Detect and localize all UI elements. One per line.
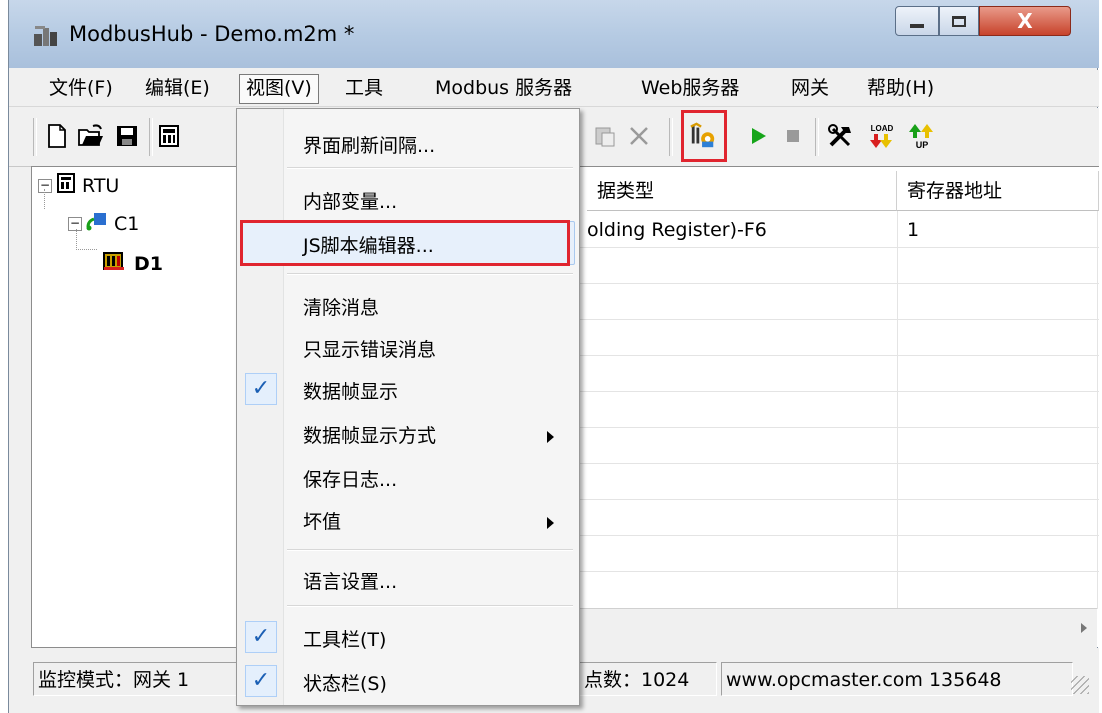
status-mode: 监控模式：网关 1 xyxy=(33,662,243,696)
menu-tools[interactable]: 工具 xyxy=(339,74,389,102)
menu-web-server[interactable]: Web服务器 xyxy=(635,74,745,102)
menu-item-frame-display-mode[interactable]: 数据帧显示方式 xyxy=(303,421,436,448)
menu-item-errors-only[interactable]: 只显示错误消息 xyxy=(303,335,436,362)
menu-separator xyxy=(287,549,573,551)
menu-item-bad-value[interactable]: 坏值 xyxy=(303,507,341,534)
cell-data-type[interactable]: olding Register)-F6 xyxy=(587,219,767,241)
tree-connector xyxy=(44,189,46,209)
menu-view[interactable]: 视图(V) xyxy=(239,74,319,104)
upload-icon[interactable]: UP xyxy=(905,122,939,150)
save-icon[interactable] xyxy=(113,122,141,150)
cell-register-address[interactable]: 1 xyxy=(907,219,919,241)
menu-item-refresh-interval[interactable]: 界面刷新间隔... xyxy=(303,131,435,158)
menu-item-save-log[interactable]: 保存日志... xyxy=(303,465,397,492)
menu-edit[interactable]: 编辑(E) xyxy=(139,74,216,102)
highlight-box-toolbar xyxy=(681,110,727,162)
tree-label-d1: D1 xyxy=(134,252,163,275)
column-header-data-type[interactable]: 据类型 xyxy=(587,171,897,211)
status-points: 点数：1024 xyxy=(579,662,717,696)
menu-modbus-server[interactable]: Modbus 服务器 xyxy=(429,74,578,102)
grid-column-line xyxy=(897,211,898,609)
open-folder-icon[interactable] xyxy=(77,122,105,150)
minimize-button[interactable] xyxy=(895,6,939,36)
toolbar-separator xyxy=(33,118,37,156)
menu-icon-gutter xyxy=(237,109,284,705)
delete-icon[interactable] xyxy=(625,122,653,150)
tree-node-rtu[interactable]: − RTU xyxy=(38,173,119,198)
grid-column-line xyxy=(1097,211,1098,609)
horizontal-scrollbar[interactable] xyxy=(573,608,1097,647)
tree-label-rtu: RTU xyxy=(82,174,120,197)
device-icon[interactable] xyxy=(155,122,183,150)
maximize-button[interactable] xyxy=(939,6,979,36)
new-file-icon[interactable] xyxy=(43,122,71,150)
tools-icon[interactable] xyxy=(827,122,855,150)
device-tree: − RTU − C1 D1 xyxy=(31,166,263,648)
submenu-arrow-icon xyxy=(547,517,554,529)
paste-icon[interactable] xyxy=(591,122,619,150)
tree-node-d1[interactable]: D1 xyxy=(102,251,163,276)
submenu-arrow-icon xyxy=(547,431,554,443)
menu-help[interactable]: 帮助(H) xyxy=(861,74,940,102)
tree-label-c1: C1 xyxy=(114,212,140,235)
close-button[interactable]: X xyxy=(979,6,1071,36)
toolbar-separator xyxy=(815,118,819,156)
stop-icon[interactable] xyxy=(779,122,807,150)
scroll-right-icon[interactable] xyxy=(1081,623,1087,633)
menu-item-clear-messages[interactable]: 清除消息 xyxy=(303,293,379,320)
menu-item-statusbar[interactable]: 状态栏(S) xyxy=(303,669,387,696)
highlight-box-menu-item xyxy=(240,220,570,266)
check-icon: ✓ xyxy=(245,373,277,405)
column-header-register-address[interactable]: 寄存器地址 xyxy=(897,171,1099,211)
menu-item-internal-variables[interactable]: 内部变量... xyxy=(303,187,397,214)
menu-separator xyxy=(287,605,573,607)
tree-connector xyxy=(76,229,97,250)
view-menu-dropdown: 界面刷新间隔... 内部变量... JS脚本编辑器... 清除消息 只显示错误消… xyxy=(236,108,580,706)
minimize-icon xyxy=(910,24,924,28)
close-icon: X xyxy=(1017,9,1033,33)
menu-file[interactable]: 文件(F) xyxy=(43,74,119,102)
up-label: UP xyxy=(916,140,929,150)
toolbar-separator xyxy=(669,118,673,156)
menu-separator xyxy=(287,273,573,275)
maximize-icon xyxy=(952,15,966,27)
device-icon xyxy=(102,251,126,276)
menu-item-language[interactable]: 语言设置... xyxy=(303,567,397,594)
menu-item-show-frames[interactable]: 数据帧显示 xyxy=(303,377,398,404)
menu-separator xyxy=(287,167,573,169)
window-title: ModbusHub - Demo.m2m * xyxy=(69,22,355,46)
status-website: www.opcmaster.com 135648 xyxy=(721,662,1073,696)
menu-bar: 文件(F) 编辑(E) 视图(V) 工具 Modbus 服务器 Web服务器 网… xyxy=(9,70,1099,107)
menu-item-toolbar[interactable]: 工具栏(T) xyxy=(303,625,386,652)
run-icon[interactable] xyxy=(745,122,773,150)
check-icon: ✓ xyxy=(245,665,277,697)
app-icon xyxy=(33,24,59,48)
menu-gateway[interactable]: 网关 xyxy=(785,74,835,102)
load-icon[interactable]: LOAD xyxy=(865,122,899,150)
check-icon: ✓ xyxy=(245,621,277,653)
resize-grip-icon[interactable] xyxy=(1071,676,1089,694)
load-label: LOAD xyxy=(871,124,894,133)
title-bar: ModbusHub - Demo.m2m * X xyxy=(9,0,1099,68)
rtu-icon xyxy=(56,173,76,198)
toolbar-separator xyxy=(149,118,153,156)
